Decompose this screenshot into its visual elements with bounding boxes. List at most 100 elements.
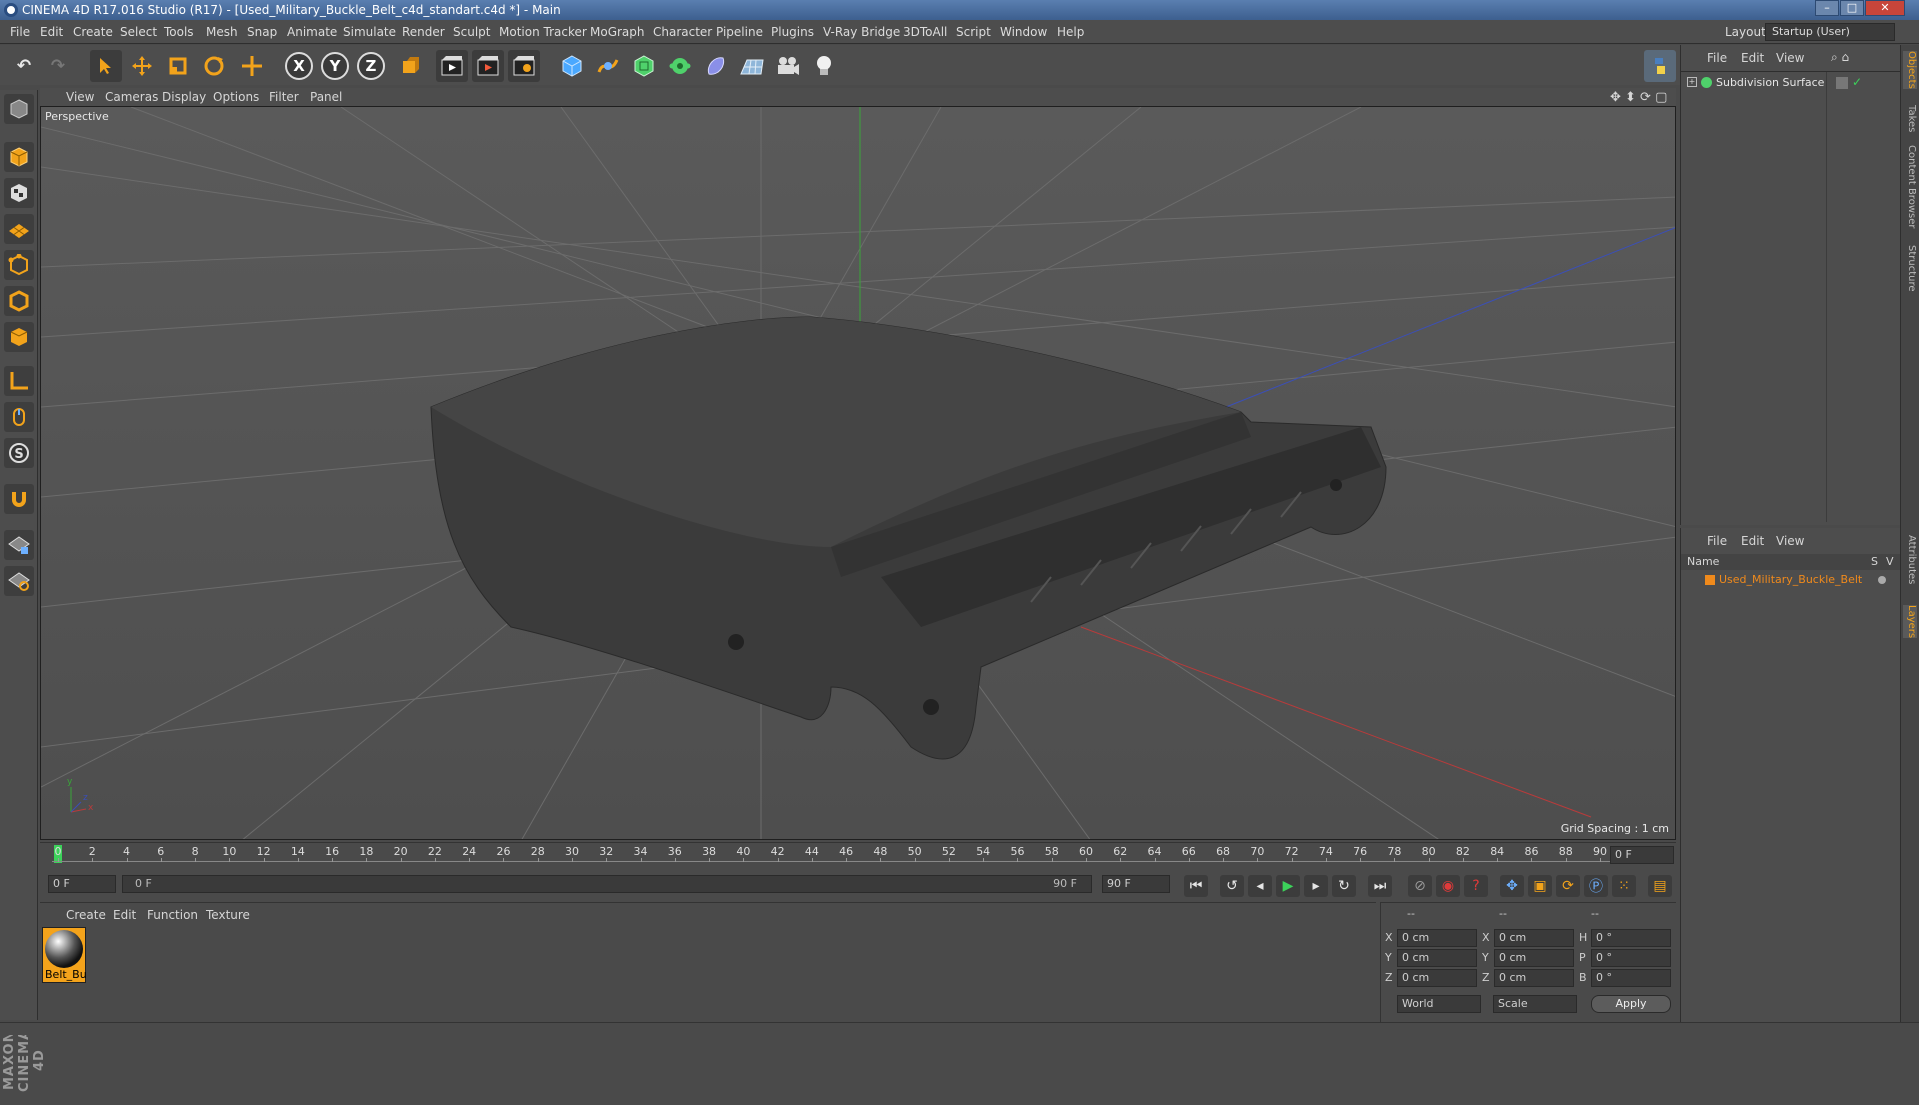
menu-mograph[interactable]: MoGraph [590,25,645,39]
z-axis-lock-button[interactable]: Z [357,52,385,80]
subdivision-surface-icon[interactable] [628,50,660,82]
cube-primitive-icon[interactable] [556,50,588,82]
deformer-icon[interactable] [700,50,732,82]
menu-plugins[interactable]: Plugins [771,25,814,39]
layer-color-swatch[interactable] [1705,575,1715,585]
viewport-menu-display[interactable]: Display [162,90,206,104]
rotate-tool-icon[interactable] [198,50,230,82]
menu-motion-tracker[interactable]: Motion Tracker [499,25,587,39]
position-y-field[interactable]: 0 cm [1397,949,1477,967]
tab-objects[interactable]: Objects [1903,51,1917,89]
material-menu-function[interactable]: Function [147,908,198,922]
timeline-window-icon[interactable]: ▤ [1648,875,1672,897]
next-frame-icon[interactable]: ▸ [1304,875,1328,897]
size-x-field[interactable]: 0 cm [1494,929,1574,947]
expand-toggle-icon[interactable]: + [1687,77,1697,87]
current-frame-field[interactable]: 0 F [48,875,116,893]
viewport-navigation-icons[interactable]: ✥ ⬍ ⟳ ▢ [1610,90,1667,105]
menu-3dtoall[interactable]: 3DToAll [903,25,947,39]
previous-key-icon[interactable]: ↺ [1220,875,1244,897]
autokey-icon[interactable]: ◉ [1436,875,1460,897]
render-to-picture-viewer-icon[interactable] [472,50,504,82]
size-y-field[interactable]: 0 cm [1494,949,1574,967]
layer-row[interactable]: Used_Military_Buckle_Belt [1685,572,1897,588]
previous-frame-icon[interactable]: ◂ [1248,875,1272,897]
scale-key-icon[interactable]: ▣ [1528,875,1552,897]
play-icon[interactable]: ▶ [1276,875,1300,897]
position-key-icon[interactable]: ✥ [1500,875,1524,897]
menu-select[interactable]: Select [120,25,157,39]
polygons-mode-icon[interactable] [4,322,34,352]
menu-file[interactable]: File [10,25,30,39]
menu-vray-bridge[interactable]: V-Ray Bridge [823,25,900,39]
camera-icon[interactable] [772,50,804,82]
solo-mode-icon[interactable]: S [4,438,34,468]
menu-snap[interactable]: Snap [247,25,277,39]
menu-mesh[interactable]: Mesh [206,25,238,39]
viewport-menu-filter[interactable]: Filter [269,90,299,104]
magnet-icon[interactable] [4,484,34,514]
viewport-menu-view[interactable]: View [66,90,94,104]
texture-mode-icon[interactable] [4,178,34,208]
timeline-frame-field[interactable]: 0 F [1610,846,1674,864]
tweak-mode-icon[interactable] [4,402,34,432]
maximize-button[interactable]: □ [1840,0,1864,16]
menu-sculpt[interactable]: Sculpt [453,25,490,39]
menu-tools[interactable]: Tools [164,25,194,39]
tab-structure[interactable]: Structure [1903,245,1917,292]
object-menu-view[interactable]: View [1776,51,1804,65]
parameter-key-icon[interactable]: Ⓟ [1584,875,1608,897]
viewport-menu-cameras[interactable]: Cameras [105,90,158,104]
make-editable-icon[interactable] [4,94,34,124]
frame-range-slider[interactable]: 0 F 90 F [122,875,1092,893]
viewport-perspective[interactable]: y x z Perspective Grid Spacing : 1 cm [40,106,1676,840]
material-menu-texture[interactable]: Texture [206,908,250,922]
workplane-mode-icon[interactable] [4,214,34,244]
render-view-icon[interactable] [436,50,468,82]
go-to-end-icon[interactable]: ⏭ [1368,875,1392,897]
menu-help[interactable]: Help [1057,25,1084,39]
next-key-icon[interactable]: ↻ [1332,875,1356,897]
size-mode-select[interactable]: Scale [1493,995,1577,1013]
menu-window[interactable]: Window [1000,25,1047,39]
position-x-field[interactable]: 0 cm [1397,929,1477,947]
material-menu-edit[interactable]: Edit [113,908,136,922]
menu-script[interactable]: Script [956,25,991,39]
coordinate-mode-select[interactable]: World [1397,995,1481,1013]
lock-workplane-icon[interactable] [4,530,34,560]
apply-button[interactable]: Apply [1591,995,1671,1013]
position-z-field[interactable]: 0 cm [1397,969,1477,987]
size-z-field[interactable]: 0 cm [1494,969,1574,987]
python-icon[interactable] [1644,50,1676,82]
go-to-start-icon[interactable]: ⏮ [1184,875,1208,897]
tab-layers[interactable]: Layers [1903,605,1917,639]
object-row-subdivision-surface[interactable]: + Subdivision Surface ✓ [1685,75,1895,93]
record-keys-icon[interactable]: ⊘ [1408,875,1432,897]
select-arrow-icon[interactable] [90,50,122,82]
tab-takes[interactable]: Takes [1903,105,1917,132]
rotation-b-field[interactable]: 0 ° [1591,969,1671,987]
layer-menu-edit[interactable]: Edit [1741,534,1764,548]
layer-solo-dot[interactable] [1878,576,1886,584]
keyframe-selection-icon[interactable]: ? [1464,875,1488,897]
close-button[interactable]: ✕ [1865,0,1905,16]
coordinate-system-icon[interactable] [394,50,426,82]
minimize-button[interactable]: – [1815,0,1839,16]
material-swatch[interactable]: Belt_Bu [42,927,87,983]
model-mode-icon[interactable] [4,142,34,172]
viewport-menu-panel[interactable]: Panel [310,90,342,104]
layer-menu-view[interactable]: View [1776,534,1804,548]
menu-render[interactable]: Render [402,25,445,39]
light-icon[interactable] [808,50,840,82]
menu-character[interactable]: Character [653,25,712,39]
floor-environment-icon[interactable] [736,50,768,82]
object-menu-file[interactable]: File [1707,51,1727,65]
end-frame-field[interactable]: 90 F [1102,875,1170,893]
rotation-p-field[interactable]: 0 ° [1591,949,1671,967]
menu-simulate[interactable]: Simulate [343,25,396,39]
menu-create[interactable]: Create [73,25,113,39]
rotation-h-field[interactable]: 0 ° [1591,929,1671,947]
axis-mode-icon[interactable] [4,366,34,396]
timeline-ruler[interactable]: 0 2 4 6 8 10 12 14 16 18 20 22 24 26 28 30 32 34 36 38 40 42 4… [40,842,1676,866]
snap-workplane-icon[interactable] [4,566,34,596]
